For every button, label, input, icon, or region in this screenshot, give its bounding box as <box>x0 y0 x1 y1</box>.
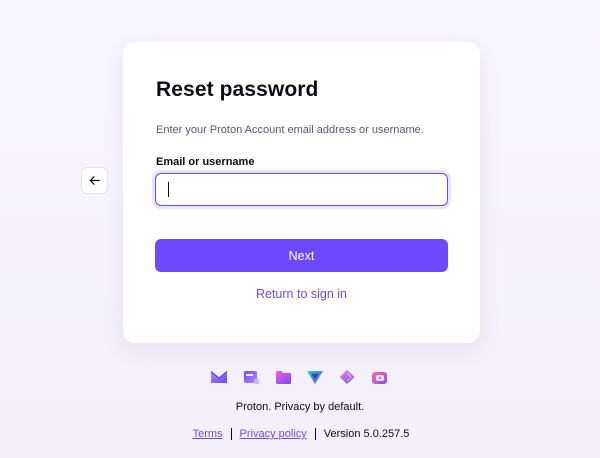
email-or-username-input[interactable] <box>155 173 448 206</box>
footer-links: Terms Privacy policy Version 5.0.257.5 <box>0 428 600 440</box>
email-field-label: Email or username <box>156 156 255 168</box>
instructions-text: Enter your Proton Account email address … <box>156 124 424 136</box>
proton-calendar-icon[interactable] <box>242 369 260 385</box>
arrow-left-icon <box>89 176 100 185</box>
version-text: Version 5.0.257.5 <box>323 428 410 440</box>
next-button[interactable]: Next <box>155 239 448 272</box>
proton-drive-icon[interactable] <box>274 369 292 385</box>
reset-password-card: Reset password Enter your Proton Account… <box>123 42 480 343</box>
proton-mail-icon[interactable] <box>210 369 228 385</box>
proton-apps-row <box>210 369 388 385</box>
proton-wallet-icon[interactable] <box>370 369 388 385</box>
page-title: Reset password <box>156 78 319 101</box>
proton-vpn-icon[interactable] <box>306 369 324 385</box>
terms-link[interactable]: Terms <box>193 428 223 440</box>
proton-tagline: Proton. Privacy by default. <box>235 401 365 413</box>
footer-divider <box>314 428 316 440</box>
text-caret <box>168 182 169 197</box>
return-to-sign-in-link[interactable]: Return to sign in <box>123 287 480 301</box>
proton-pass-icon[interactable] <box>338 369 356 385</box>
back-button[interactable] <box>81 167 108 194</box>
privacy-policy-link[interactable]: Privacy policy <box>240 428 307 440</box>
footer-divider <box>230 428 232 440</box>
